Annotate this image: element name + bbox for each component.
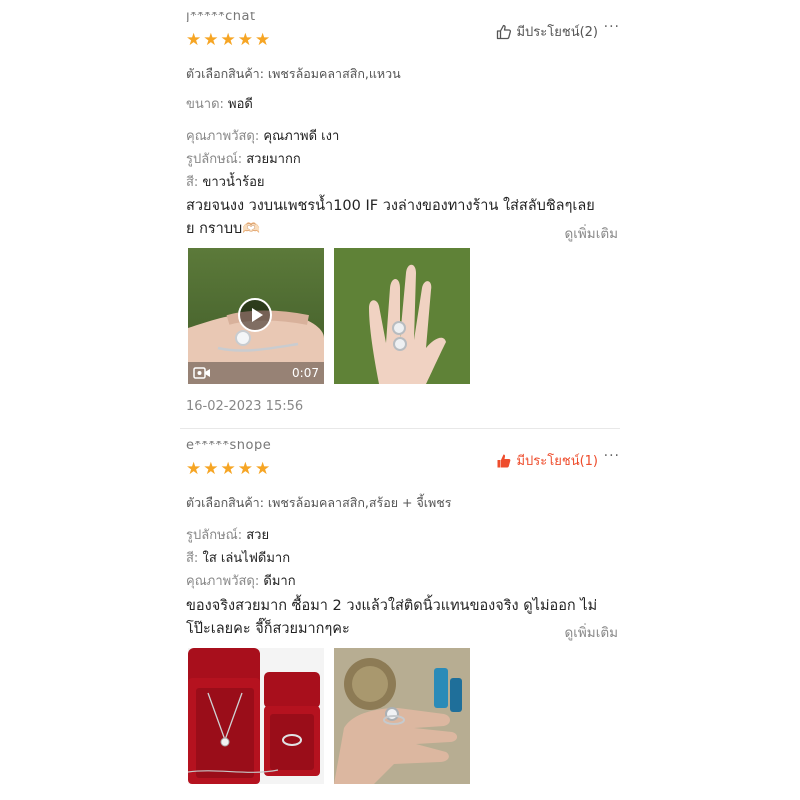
hand-ring-photo-image xyxy=(334,648,470,784)
hand-ring-photo-image xyxy=(334,248,470,384)
variant-line: ตัวเลือกสินค้า: เพชรล้อมคลาสสิก,สร้อย + … xyxy=(186,493,452,513)
star-icon: ★ xyxy=(220,30,236,50)
star-icon: ★ xyxy=(186,30,202,50)
star-icon: ★ xyxy=(186,459,202,479)
rating-stars: ★ ★ ★ ★ ★ xyxy=(186,32,270,49)
star-icon: ★ xyxy=(255,30,271,50)
variant-value: เพชรล้อมคลาสสิก,แหวน xyxy=(267,66,401,81)
more-options-icon[interactable]: ··· xyxy=(604,19,620,35)
variant-line: ตัวเลือกสินค้า: เพชรล้อมคลาสสิก,แหวน xyxy=(186,64,401,84)
attribute-appearance: รูปลักษณ์: สวยมากก xyxy=(186,152,301,167)
more-options-icon[interactable]: ··· xyxy=(604,448,620,464)
attribute-color: สี: ใส เล่นไฟดีมาก xyxy=(186,551,291,566)
star-icon: ★ xyxy=(203,30,219,50)
star-icon: ★ xyxy=(220,459,236,479)
attribute-material: คุณภาพวัสดุ: ดีมาก xyxy=(186,574,296,589)
attribute-color: สี: ขาวน้ำร้อย xyxy=(186,175,265,190)
review-timestamp: 16-02-2023 15:56 xyxy=(186,399,304,414)
thumbs-up-icon xyxy=(497,454,511,467)
variant-label: ตัวเลือกสินค้า: xyxy=(186,66,264,81)
star-icon: ★ xyxy=(237,30,253,50)
variant-label: ตัวเลือกสินค้า: xyxy=(186,495,264,510)
video-camera-icon xyxy=(193,367,210,379)
star-icon: ★ xyxy=(203,459,219,479)
review-photo-thumbnail[interactable] xyxy=(334,648,470,784)
reviewer-name: j*****chat xyxy=(186,12,256,22)
attribute-material: คุณภาพวัสดุ: คุณภาพดี เงา xyxy=(186,129,340,144)
helpful-count: มีประโยชน์(1) xyxy=(516,454,598,469)
review-photo-thumbnail[interactable] xyxy=(334,248,470,384)
see-more-link[interactable]: ดูเพิ่มเติม xyxy=(565,222,618,244)
jewelry-box-image xyxy=(188,648,324,784)
attribute-appearance: รูปลักษณ์: สวย xyxy=(186,528,270,543)
review-photo-thumbnail[interactable] xyxy=(188,648,324,784)
play-icon[interactable] xyxy=(238,298,272,332)
review-video-thumbnail[interactable]: 0:07 xyxy=(188,248,324,384)
helpful-count: มีประโยชน์(2) xyxy=(516,25,598,40)
star-icon: ★ xyxy=(255,459,271,479)
helpful-button[interactable]: มีประโยชน์(2) xyxy=(496,21,598,42)
see-more-link[interactable]: ดูเพิ่มเติม xyxy=(565,621,618,643)
star-icon: ★ xyxy=(237,459,253,479)
variant-value: เพชรล้อมคลาสสิก,สร้อย + จี้เพชร xyxy=(267,495,452,510)
review-comment: สวยจนงง วงบนเพชรน้ำ100 IF วงล่างของทางร้… xyxy=(186,198,595,237)
rating-stars: ★ ★ ★ ★ ★ xyxy=(186,461,270,478)
attribute-size: ขนาด: พอดี xyxy=(186,97,253,112)
review-divider xyxy=(180,428,620,429)
reviewer-name: e*****shope xyxy=(186,441,272,451)
helpful-button[interactable]: มีประโยชน์(1) xyxy=(496,450,598,471)
thumbs-up-icon xyxy=(497,24,512,39)
video-duration: 0:07 xyxy=(292,366,319,380)
review-comment: ของจริงสวยมาก ซื้อมา 2 วงแล้วใส่ติดนิ้วแ… xyxy=(186,598,598,637)
